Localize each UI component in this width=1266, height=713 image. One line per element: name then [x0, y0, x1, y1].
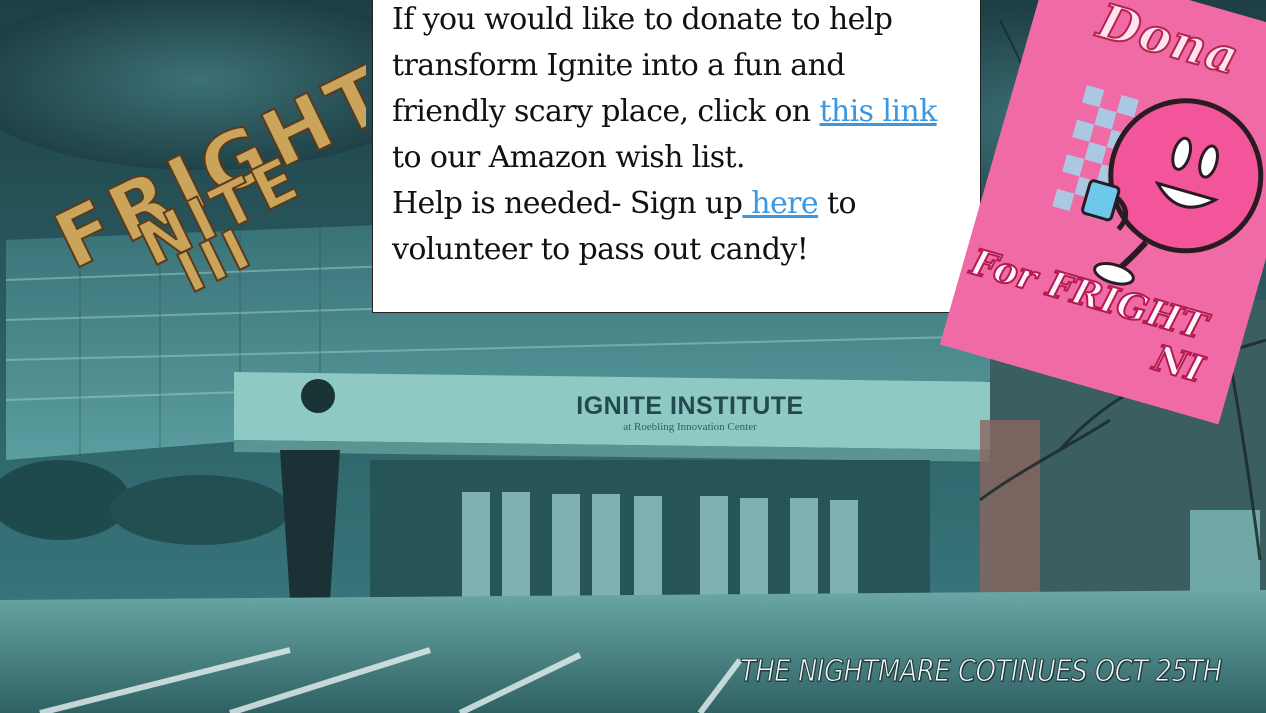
- volunteer-signup-link[interactable]: here: [742, 186, 818, 221]
- event-tagline: THE NIGHTMARE COTINUES OCT 25TH: [740, 654, 1223, 690]
- volunteer-paragraph: Help is needed- Sign up here to voluntee…: [392, 181, 962, 273]
- wishlist-link[interactable]: this link: [819, 94, 937, 129]
- sign-sub-text: at Roebling Innovation Center: [623, 421, 757, 433]
- sign-main-text: IGNITE INSTITUTE: [576, 392, 804, 420]
- fright-nite-logo: FRIGHT NITE III: [16, 47, 407, 307]
- donate-text-after: to our Amazon wish list.: [392, 140, 746, 175]
- building-sign: IGNITE INSTITUTE at Roebling Innovation …: [560, 392, 820, 433]
- volunteer-text-before: Help is needed- Sign up: [392, 186, 743, 221]
- donate-text-before: If you would like to donate to help tran…: [392, 2, 893, 129]
- donate-paragraph: If you would like to donate to help tran…: [392, 0, 962, 181]
- donation-info-box: If you would like to donate to help tran…: [372, 0, 981, 313]
